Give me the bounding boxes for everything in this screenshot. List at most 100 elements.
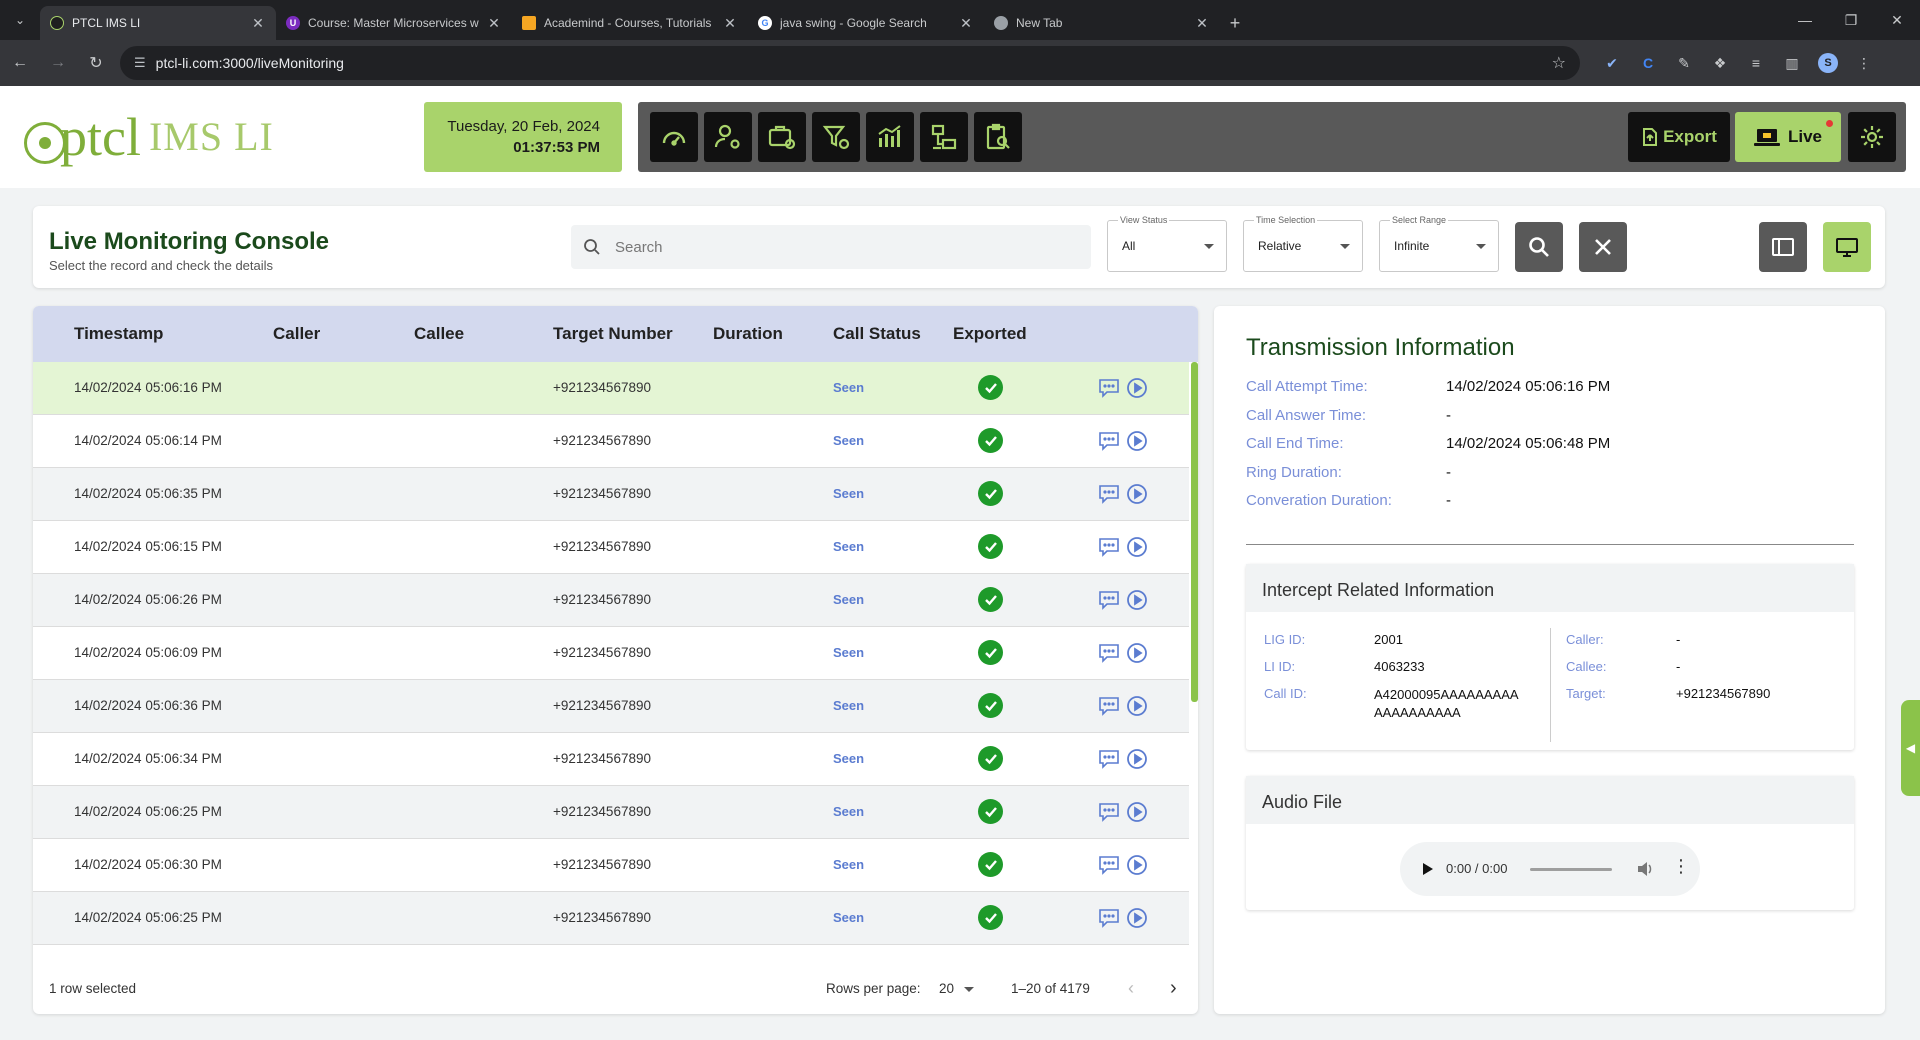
play-circle-icon[interactable] bbox=[1126, 642, 1148, 667]
play-circle-icon[interactable] bbox=[1126, 377, 1148, 402]
play-circle-icon[interactable] bbox=[1126, 695, 1148, 720]
transcript-icon[interactable] bbox=[1098, 696, 1120, 719]
transcript-icon[interactable] bbox=[1098, 590, 1120, 613]
table-row[interactable]: 14/02/2024 05:06:15 PM +921234567890 Seen bbox=[33, 521, 1189, 574]
time-selection-select[interactable]: Time Selection Relative bbox=[1243, 215, 1363, 272]
extension-check-icon[interactable]: ✔ bbox=[1594, 45, 1630, 81]
audio-progress-slider[interactable] bbox=[1530, 868, 1612, 871]
transcript-icon[interactable] bbox=[1098, 855, 1120, 878]
play-circle-icon[interactable] bbox=[1126, 589, 1148, 614]
side-drawer-toggle[interactable]: ◀ bbox=[1901, 700, 1920, 796]
transcript-icon[interactable] bbox=[1098, 908, 1120, 931]
next-page-icon[interactable]: › bbox=[1170, 977, 1177, 1000]
play-circle-icon[interactable] bbox=[1126, 907, 1148, 932]
split-view-button[interactable] bbox=[1759, 222, 1807, 272]
address-bar[interactable]: ☰ ptcl-li.com:3000/liveMonitoring ☆ bbox=[120, 46, 1580, 80]
tab-close-icon[interactable]: ✕ bbox=[958, 15, 974, 32]
analytics-button[interactable] bbox=[866, 112, 914, 162]
profile-avatar[interactable]: S bbox=[1810, 45, 1846, 81]
table-row[interactable]: 14/02/2024 05:06:25 PM +921234567890 Seen bbox=[33, 892, 1189, 945]
table-row[interactable]: 14/02/2024 05:06:34 PM +921234567890 Seen bbox=[33, 733, 1189, 786]
search-placeholder: Search bbox=[615, 238, 663, 256]
tab-close-icon[interactable]: ✕ bbox=[1194, 15, 1210, 32]
table-row[interactable]: 14/02/2024 05:06:26 PM +921234567890 Seen bbox=[33, 574, 1189, 627]
extensions-puzzle-icon[interactable]: ❖ bbox=[1702, 45, 1738, 81]
browser-tab-3[interactable]: G java swing - Google Search ✕ bbox=[748, 6, 984, 40]
extension-pen-icon[interactable]: ✎ bbox=[1666, 45, 1702, 81]
network-button[interactable] bbox=[920, 112, 968, 162]
play-circle-icon[interactable] bbox=[1126, 483, 1148, 508]
site-info-icon[interactable]: ☰ bbox=[134, 55, 146, 71]
case-settings-button[interactable] bbox=[758, 112, 806, 162]
table-row[interactable]: 14/02/2024 05:06:30 PM +921234567890 Seen bbox=[33, 839, 1189, 892]
transcript-icon[interactable] bbox=[1098, 749, 1120, 772]
play-icon[interactable] bbox=[1422, 862, 1434, 876]
export-button[interactable]: Export bbox=[1628, 112, 1730, 162]
search-input[interactable]: Search bbox=[571, 225, 1091, 269]
previous-page-icon[interactable]: ‹ bbox=[1128, 978, 1134, 999]
browser-tab-0[interactable]: PTCL IMS LI ✕ bbox=[40, 6, 276, 40]
play-circle-icon[interactable] bbox=[1126, 536, 1148, 561]
column-header-exported[interactable]: Exported bbox=[953, 324, 1027, 344]
app-header: ptcl IMS LI Tuesday, 20 Feb, 2024 01:37:… bbox=[0, 86, 1920, 188]
tab-close-icon[interactable]: ✕ bbox=[250, 15, 266, 32]
table-scrollbar[interactable] bbox=[1191, 362, 1198, 702]
bookmark-star-icon[interactable]: ☆ bbox=[1552, 53, 1566, 73]
column-header-duration[interactable]: Duration bbox=[713, 324, 783, 344]
table-row[interactable]: 14/02/2024 05:06:14 PM +921234567890 Seen bbox=[33, 415, 1189, 468]
view-status-select[interactable]: View Status All bbox=[1107, 215, 1227, 272]
side-panel-icon[interactable]: ▥ bbox=[1774, 45, 1810, 81]
play-circle-icon[interactable] bbox=[1126, 854, 1148, 879]
monitor-view-button[interactable] bbox=[1823, 222, 1871, 272]
dashboard-button[interactable] bbox=[650, 112, 698, 162]
transcript-icon[interactable] bbox=[1098, 378, 1120, 401]
column-header-caller[interactable]: Caller bbox=[273, 324, 320, 344]
li-id-value: 4063233 bbox=[1374, 659, 1425, 674]
column-header-callee[interactable]: Callee bbox=[414, 324, 464, 344]
browser-tab-4[interactable]: New Tab ✕ bbox=[984, 6, 1220, 40]
minimize-icon[interactable]: — bbox=[1782, 0, 1828, 40]
user-settings-button[interactable] bbox=[704, 112, 752, 162]
column-header-target-number[interactable]: Target Number bbox=[553, 324, 673, 344]
volume-icon[interactable] bbox=[1636, 860, 1654, 878]
settings-button[interactable] bbox=[1848, 112, 1896, 162]
search-button[interactable] bbox=[1515, 222, 1563, 272]
table-row[interactable]: 14/02/2024 05:06:35 PM +921234567890 Seen bbox=[33, 468, 1189, 521]
rows-per-page-select[interactable]: 20 bbox=[939, 981, 974, 996]
column-header-call-status[interactable]: Call Status bbox=[833, 324, 921, 344]
report-search-button[interactable] bbox=[974, 112, 1022, 162]
tab-close-icon[interactable]: ✕ bbox=[722, 15, 738, 32]
back-icon[interactable]: ← bbox=[2, 45, 38, 81]
transcript-icon[interactable] bbox=[1098, 537, 1120, 560]
table-row[interactable]: 14/02/2024 05:06:16 PM +921234567890 Seen bbox=[33, 362, 1189, 415]
column-header-timestamp[interactable]: Timestamp bbox=[74, 324, 163, 344]
audio-more-options-icon[interactable]: ⋮ bbox=[1672, 856, 1690, 877]
restore-icon[interactable]: ❐ bbox=[1828, 0, 1874, 40]
browser-tab-2[interactable]: Academind - Courses, Tutorials ✕ bbox=[512, 6, 748, 40]
play-circle-icon[interactable] bbox=[1126, 430, 1148, 455]
transcript-icon[interactable] bbox=[1098, 802, 1120, 825]
cell-target-number: +921234567890 bbox=[553, 698, 651, 713]
table-row[interactable]: 14/02/2024 05:06:25 PM +921234567890 Seen bbox=[33, 786, 1189, 839]
clear-button[interactable] bbox=[1579, 222, 1627, 272]
play-circle-icon[interactable] bbox=[1126, 748, 1148, 773]
forward-icon[interactable]: → bbox=[40, 45, 76, 81]
browser-tab-1[interactable]: U Course: Master Microservices w ✕ bbox=[276, 6, 512, 40]
reading-list-icon[interactable]: ≡ bbox=[1738, 45, 1774, 81]
close-window-icon[interactable]: ✕ bbox=[1874, 0, 1920, 40]
transcript-icon[interactable] bbox=[1098, 484, 1120, 507]
new-tab-icon[interactable]: + bbox=[1220, 6, 1250, 40]
extension-c-icon[interactable]: C bbox=[1630, 45, 1666, 81]
select-range-select[interactable]: Select Range Infinite bbox=[1379, 215, 1499, 272]
tab-search-chevron-icon[interactable]: ⌄ bbox=[0, 0, 40, 40]
table-row[interactable]: 14/02/2024 05:06:36 PM +921234567890 Seen bbox=[33, 680, 1189, 733]
play-circle-icon[interactable] bbox=[1126, 801, 1148, 826]
live-button[interactable]: Live bbox=[1735, 112, 1841, 162]
reload-icon[interactable]: ↻ bbox=[78, 45, 114, 81]
filter-settings-button[interactable] bbox=[812, 112, 860, 162]
transcript-icon[interactable] bbox=[1098, 431, 1120, 454]
tab-close-icon[interactable]: ✕ bbox=[486, 15, 502, 32]
browser-menu-icon[interactable]: ⋮ bbox=[1846, 45, 1882, 81]
table-row[interactable]: 14/02/2024 05:06:09 PM +921234567890 Seen bbox=[33, 627, 1189, 680]
transcript-icon[interactable] bbox=[1098, 643, 1120, 666]
